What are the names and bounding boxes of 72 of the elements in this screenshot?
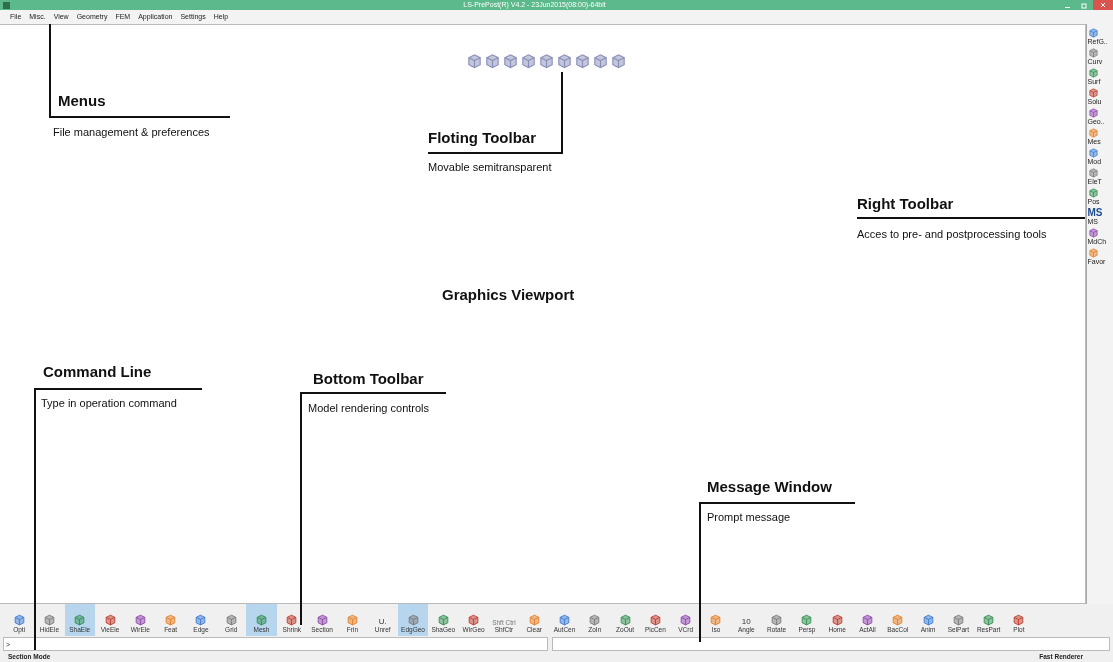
view-cube-icon	[484, 52, 501, 69]
cube-icon	[1087, 107, 1099, 118]
cube-icon	[588, 613, 602, 626]
callout-heading: Message Window	[707, 478, 832, 496]
close-icon	[1100, 2, 1106, 9]
cube-icon	[1087, 87, 1099, 98]
icon-text: MS	[1087, 207, 1103, 218]
cube-icon	[406, 613, 420, 626]
app-icon	[3, 1, 10, 9]
cube-icon	[73, 613, 87, 626]
cube-icon	[1012, 613, 1026, 626]
callout-heading: Menus	[58, 92, 106, 110]
callout-text: File management & preferences	[53, 125, 210, 139]
view-cube-icon	[466, 52, 483, 69]
callout-text: Prompt message	[707, 510, 791, 524]
cube-icon	[1087, 67, 1099, 78]
cube-icon	[891, 613, 905, 626]
callout-text: Type in operation command	[41, 396, 177, 410]
cube-icon	[679, 613, 693, 626]
cube-icon	[1087, 227, 1099, 238]
view-cube-icon	[574, 52, 591, 69]
cube-icon	[1087, 27, 1099, 38]
cube-icon	[558, 613, 571, 626]
cube-icon	[648, 613, 662, 626]
cube-icon	[527, 613, 541, 626]
cube-icon	[467, 613, 481, 626]
restore-icon[interactable]	[1081, 1, 1088, 9]
cube-icon	[770, 613, 784, 626]
graphics-viewport[interactable]	[0, 24, 1086, 604]
cube-icon	[618, 613, 632, 626]
cube-icon	[194, 613, 208, 626]
cube-icon	[860, 613, 874, 626]
cube-icon	[1087, 247, 1099, 258]
cube-icon	[1087, 127, 1099, 138]
cube-icon	[12, 613, 26, 626]
view-cube-icon	[520, 52, 537, 69]
view-cube-icon	[592, 52, 609, 69]
cube-icon	[709, 613, 723, 626]
callout-text: Movable semitransparent	[428, 160, 552, 174]
cube-icon	[921, 613, 935, 626]
view-cube-icon	[556, 52, 573, 69]
callout-heading: Graphics Viewport	[442, 286, 575, 304]
cube-icon	[1087, 187, 1099, 198]
cube-icon	[951, 613, 965, 626]
cube-icon	[315, 613, 329, 626]
callout-text: Acces to pre- and postprocessing tools	[857, 227, 1047, 241]
cube-icon	[224, 613, 238, 626]
cube-icon	[133, 613, 147, 626]
close-button[interactable]	[1093, 0, 1113, 10]
cube-icon	[982, 613, 996, 626]
cube-icon	[345, 613, 359, 626]
callout-text: Model rendering controls	[308, 401, 430, 415]
callout-heading: Bottom Toolbar	[313, 370, 424, 388]
cube-icon	[830, 613, 844, 626]
cube-icon	[255, 613, 268, 626]
view-cube-icon	[610, 52, 627, 69]
cube-icon	[1087, 167, 1099, 178]
cube-icon	[800, 613, 814, 626]
cube-icon	[164, 613, 178, 626]
callout-heading: Floting Toolbar	[428, 129, 537, 147]
cube-icon	[103, 613, 117, 626]
icon-text: 10	[741, 617, 751, 626]
callout-heading: Command Line	[43, 363, 152, 381]
cube-icon	[42, 613, 56, 626]
cube-icon	[436, 613, 450, 626]
icon-text: U.	[378, 617, 387, 626]
cube-icon	[1087, 147, 1099, 158]
cube-icon	[285, 613, 299, 626]
callout-heading: Right Toolbar	[857, 195, 954, 213]
view-cube-icon	[502, 52, 519, 69]
view-cube-icon	[538, 52, 555, 69]
cube-icon	[1087, 47, 1099, 58]
